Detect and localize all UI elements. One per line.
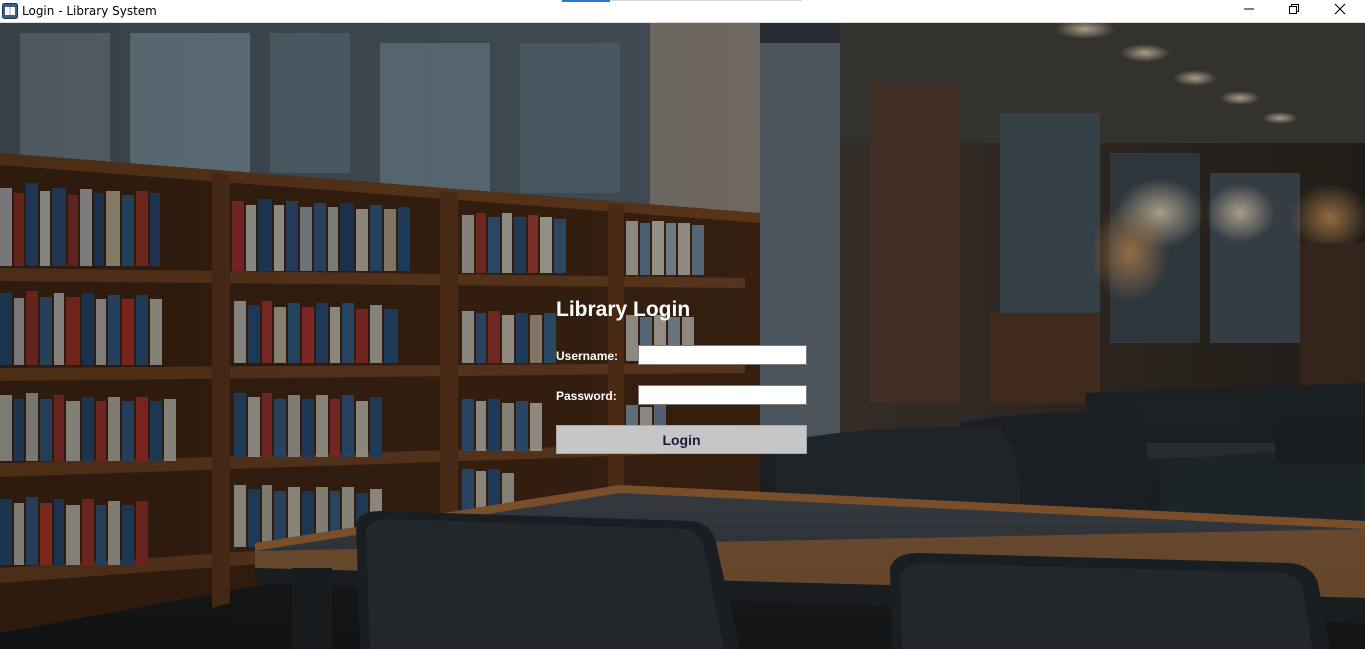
password-label: Password: (556, 389, 617, 403)
title-bar[interactable]: Login - Library System (0, 0, 1365, 23)
library-background-image (0, 23, 1365, 649)
restore-button[interactable] (1271, 0, 1316, 22)
minimize-button[interactable] (1226, 0, 1271, 22)
library-app-icon (2, 3, 18, 19)
login-window: Login - Library System Library Login Use… (0, 0, 1365, 649)
close-button[interactable] (1317, 0, 1362, 22)
username-label: Username: (556, 349, 619, 363)
username-input[interactable] (638, 345, 807, 365)
title-accent-bar (562, 0, 610, 2)
title-accent-line (610, 0, 802, 1)
login-title: Library Login (556, 298, 691, 321)
login-button[interactable]: Login (556, 425, 807, 454)
minimize-icon (1243, 2, 1255, 20)
password-input[interactable] (638, 385, 807, 405)
window-title: Login - Library System (22, 4, 157, 18)
restore-icon (1288, 2, 1300, 20)
close-icon (1334, 2, 1346, 20)
